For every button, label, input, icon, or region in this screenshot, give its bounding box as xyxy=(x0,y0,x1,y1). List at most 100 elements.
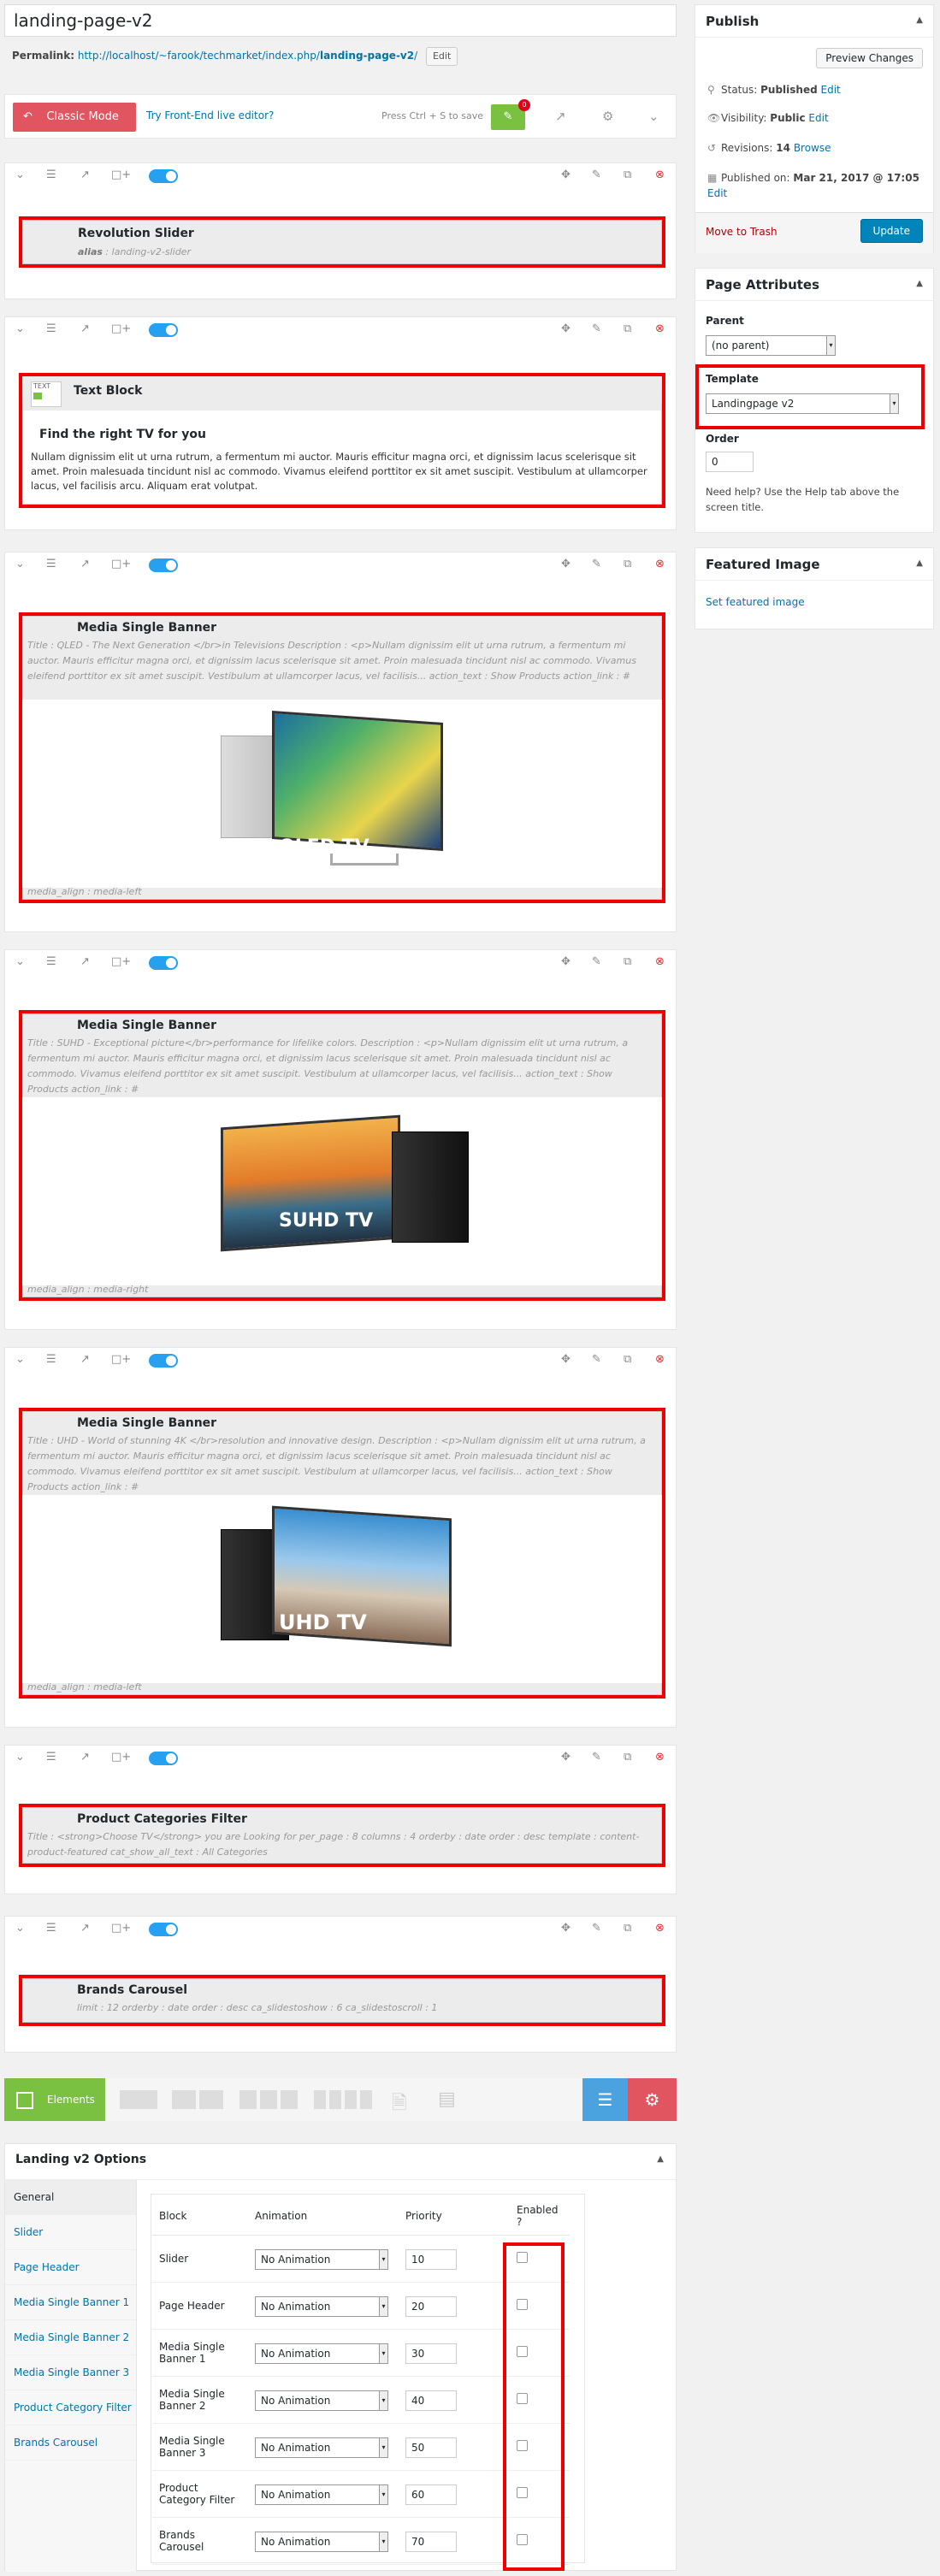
row-toggle[interactable] xyxy=(149,1354,178,1368)
settings-icon[interactable]: ⚙ xyxy=(628,2078,677,2121)
edit-icon[interactable]: ✎ xyxy=(592,558,601,570)
delete-icon[interactable]: ⊗ xyxy=(655,1751,665,1764)
edit-icon[interactable]: ✎ xyxy=(592,955,601,968)
priority-input[interactable]: 60 xyxy=(405,2484,457,2505)
add-row-icon[interactable]: □+ xyxy=(111,322,131,335)
collapse-icon[interactable]: ⌄ xyxy=(15,1353,25,1366)
add-element-icon[interactable]: ↗ xyxy=(80,955,90,968)
add-element-icon[interactable]: ↗ xyxy=(80,168,90,181)
add-row-icon[interactable]: □+ xyxy=(111,1922,131,1935)
clone-icon[interactable]: ⧉ xyxy=(624,955,631,968)
layout-icon[interactable]: ☰ xyxy=(46,558,56,570)
row-toggle[interactable] xyxy=(149,1752,178,1765)
options-tab-page-header[interactable]: Page Header xyxy=(5,2250,136,2285)
move-to-trash-link[interactable]: Move to Trash xyxy=(706,226,777,238)
permalink-url[interactable]: http://localhost/~farook/techmarket/inde… xyxy=(78,50,417,62)
move-icon[interactable]: ✥ xyxy=(561,1751,571,1764)
page-title-input[interactable]: landing-page-v2 xyxy=(4,4,677,37)
priority-input[interactable]: 40 xyxy=(405,2390,457,2411)
collapse-caret-icon[interactable]: ▲ xyxy=(916,15,923,25)
priority-input[interactable]: 10 xyxy=(405,2249,457,2270)
template-icon[interactable]: ▤ xyxy=(438,2089,456,2110)
clone-icon[interactable]: ⧉ xyxy=(624,168,631,181)
add-row-icon[interactable]: □+ xyxy=(111,168,131,181)
options-tab-brands-carousel[interactable]: Brands Carousel xyxy=(5,2425,136,2461)
options-tab-general[interactable]: General xyxy=(5,2180,136,2215)
delete-icon[interactable]: ⊗ xyxy=(655,558,665,570)
collapse-icon[interactable]: ⌄ xyxy=(15,1922,25,1935)
row-toggle[interactable] xyxy=(149,169,178,183)
edit-icon[interactable]: ✎ xyxy=(592,168,601,181)
edit-icon[interactable]: ✎ xyxy=(592,1751,601,1764)
add-element-icon[interactable]: ↗ xyxy=(80,322,90,335)
clone-icon[interactable]: ⧉ xyxy=(624,1922,631,1935)
product-categories-filter-element[interactable]: Product Categories Filter Title : <stron… xyxy=(19,1804,665,1867)
animation-select[interactable]: No Animation ▾ xyxy=(255,2484,388,2505)
add-element-icon[interactable]: ↗ xyxy=(80,558,90,570)
move-icon[interactable]: ✥ xyxy=(561,168,571,181)
options-tab-media-banner-2[interactable]: Media Single Banner 2 xyxy=(5,2320,136,2355)
elements-tab[interactable]: Elements xyxy=(4,2078,105,2121)
add-row-icon[interactable]: □+ xyxy=(111,1353,131,1366)
clone-icon[interactable]: ⧉ xyxy=(624,1353,631,1366)
classic-mode-button[interactable]: ↶ Classic Mode xyxy=(13,103,136,132)
row-toggle[interactable] xyxy=(149,323,178,337)
text-block-element[interactable]: TEXT Text Block Find the right TV for yo… xyxy=(19,373,665,508)
media-banner-element-1[interactable]: Media Single Banner Title : QLED - The N… xyxy=(19,612,665,903)
layout-icon[interactable]: ☰ xyxy=(46,322,56,335)
move-icon[interactable]: ✥ xyxy=(561,322,571,335)
add-element-icon[interactable]: ↗ xyxy=(80,1353,90,1366)
layout-icon[interactable]: ☰ xyxy=(46,1922,56,1935)
priority-input[interactable]: 50 xyxy=(405,2437,457,2458)
layout-icon[interactable]: ☰ xyxy=(46,1751,56,1764)
set-featured-image-link[interactable]: Set featured image xyxy=(706,596,805,608)
gear-icon[interactable]: ⚙ xyxy=(602,109,613,124)
options-tab-product-category-filter[interactable]: Product Category Filter xyxy=(5,2390,136,2425)
layout-icon[interactable]: ☰ xyxy=(46,1353,56,1366)
media-banner-element-3[interactable]: Media Single Banner Title : UHD - World … xyxy=(19,1408,665,1699)
delete-icon[interactable]: ⊗ xyxy=(655,955,665,968)
collapse-icon[interactable]: ⌄ xyxy=(15,168,25,181)
priority-input[interactable]: 20 xyxy=(405,2296,457,2317)
clone-icon[interactable]: ⧉ xyxy=(624,558,631,570)
published-edit-link[interactable]: Edit xyxy=(707,187,727,199)
delete-icon[interactable]: ⊗ xyxy=(655,168,665,181)
animation-select[interactable]: No Animation ▾ xyxy=(255,2390,388,2411)
move-icon[interactable]: ✥ xyxy=(561,955,571,968)
collapse-icon[interactable]: ⌄ xyxy=(15,1751,25,1764)
layout-4-icon[interactable] xyxy=(314,2090,372,2109)
frontend-editor-link[interactable]: Try Front-End live editor? xyxy=(146,109,274,121)
options-tab-slider[interactable]: Slider xyxy=(5,2215,136,2250)
collapse-icon[interactable]: ⌄ xyxy=(15,558,25,570)
template-select[interactable]: Landingpage v2 ▾ xyxy=(706,393,899,414)
layout-icon[interactable]: ☰ xyxy=(46,168,56,181)
collapse-icon[interactable]: ⌄ xyxy=(15,322,25,335)
layers-icon[interactable]: ☰ xyxy=(582,2078,628,2121)
options-tab-media-banner-3[interactable]: Media Single Banner 3 xyxy=(5,2355,136,2390)
animation-select[interactable]: No Animation ▾ xyxy=(255,2249,388,2270)
priority-input[interactable]: 30 xyxy=(405,2343,457,2364)
add-element-icon[interactable]: ↗ xyxy=(80,1751,90,1764)
animation-select[interactable]: No Animation ▾ xyxy=(255,2437,388,2458)
layout-2-icon[interactable] xyxy=(172,2090,223,2109)
animation-select[interactable]: No Animation ▾ xyxy=(255,2343,388,2364)
visibility-edit-link[interactable]: Edit xyxy=(808,112,828,124)
row-toggle[interactable] xyxy=(149,956,178,970)
move-icon[interactable]: ✥ xyxy=(561,1353,571,1366)
clone-icon[interactable]: ⧉ xyxy=(624,1751,631,1764)
chevron-down-icon[interactable]: ⌄ xyxy=(648,109,659,124)
media-banner-element-2[interactable]: Media Single Banner Title : SUHD - Excep… xyxy=(19,1010,665,1301)
delete-icon[interactable]: ⊗ xyxy=(655,1922,665,1935)
options-tab-media-banner-1[interactable]: Media Single Banner 1 xyxy=(5,2285,136,2320)
priority-input[interactable]: 70 xyxy=(405,2532,457,2552)
delete-icon[interactable]: ⊗ xyxy=(655,1353,665,1366)
animation-select[interactable]: No Animation ▾ xyxy=(255,2532,388,2552)
parent-select[interactable]: (no parent) ▾ xyxy=(706,335,836,356)
update-button[interactable]: Update xyxy=(860,219,923,243)
collapse-icon[interactable]: ⌄ xyxy=(15,955,25,968)
brands-carousel-element[interactable]: Brands Carousel limit : 12 orderby : dat… xyxy=(19,1975,665,2026)
row-toggle[interactable] xyxy=(149,558,178,572)
text-block-icon[interactable]: 🗎 xyxy=(392,2089,407,2121)
collapse-caret-icon[interactable]: ▲ xyxy=(916,279,923,288)
collapse-caret-icon[interactable]: ▲ xyxy=(657,2154,664,2164)
